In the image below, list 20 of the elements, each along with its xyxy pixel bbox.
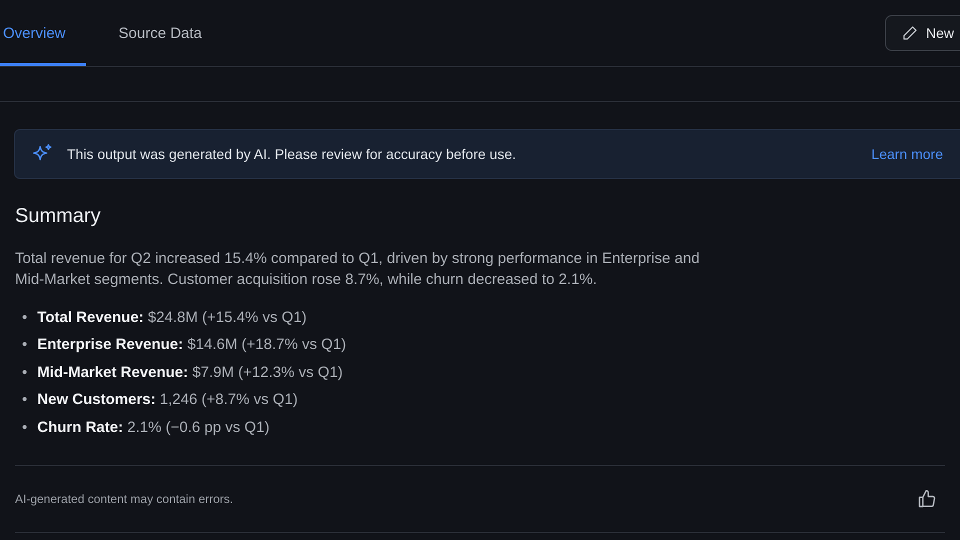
summary-heading: Summary <box>15 205 102 228</box>
tab[interactable]: Source Data <box>116 0 205 66</box>
bullet-mark: • <box>22 391 28 410</box>
bullet-mark: • <box>22 336 28 354</box>
summary-bullet: Enterprise Revenue: $14.6M (+18.7% vs Q1) <box>37 336 346 354</box>
new-button[interactable]: New <box>885 15 960 51</box>
bullet-mark: • <box>22 418 28 437</box>
summary-bullet: Churn Rate: 2.1% (−0.6 pp vs Q1) <box>37 418 270 437</box>
tab[interactable]: Overview <box>0 0 86 66</box>
disclaimer-text: AI-generated content may contain errors. <box>15 492 234 506</box>
bullet-mark: • <box>22 308 28 327</box>
ai-notice-text: This output was generated by AI. Please review for accuracy before use. <box>67 146 518 162</box>
summary-bullet: Mid-Market Revenue: $7.9M (+12.3% vs Q1) <box>37 364 343 382</box>
summary-bullet: New Customers: 1,246 (+8.7% vs Q1) <box>37 391 298 410</box>
pencil-icon <box>902 25 918 41</box>
summary-bullet: Total Revenue: $24.8M (+15.4% vs Q1) <box>37 308 307 327</box>
thumbs-up-icon[interactable] <box>917 488 937 508</box>
summary-paragraph: Total revenue for Q2 increased 15.4% compared to Q1, driven by strong performance in Enterprise and Mid-Market segments. Customer acquisition rose 8.7%, while churn decreased to 2.1%. <box>15 249 701 290</box>
bullet-mark: • <box>22 364 28 382</box>
learn-more-link[interactable]: Learn more <box>871 146 943 162</box>
